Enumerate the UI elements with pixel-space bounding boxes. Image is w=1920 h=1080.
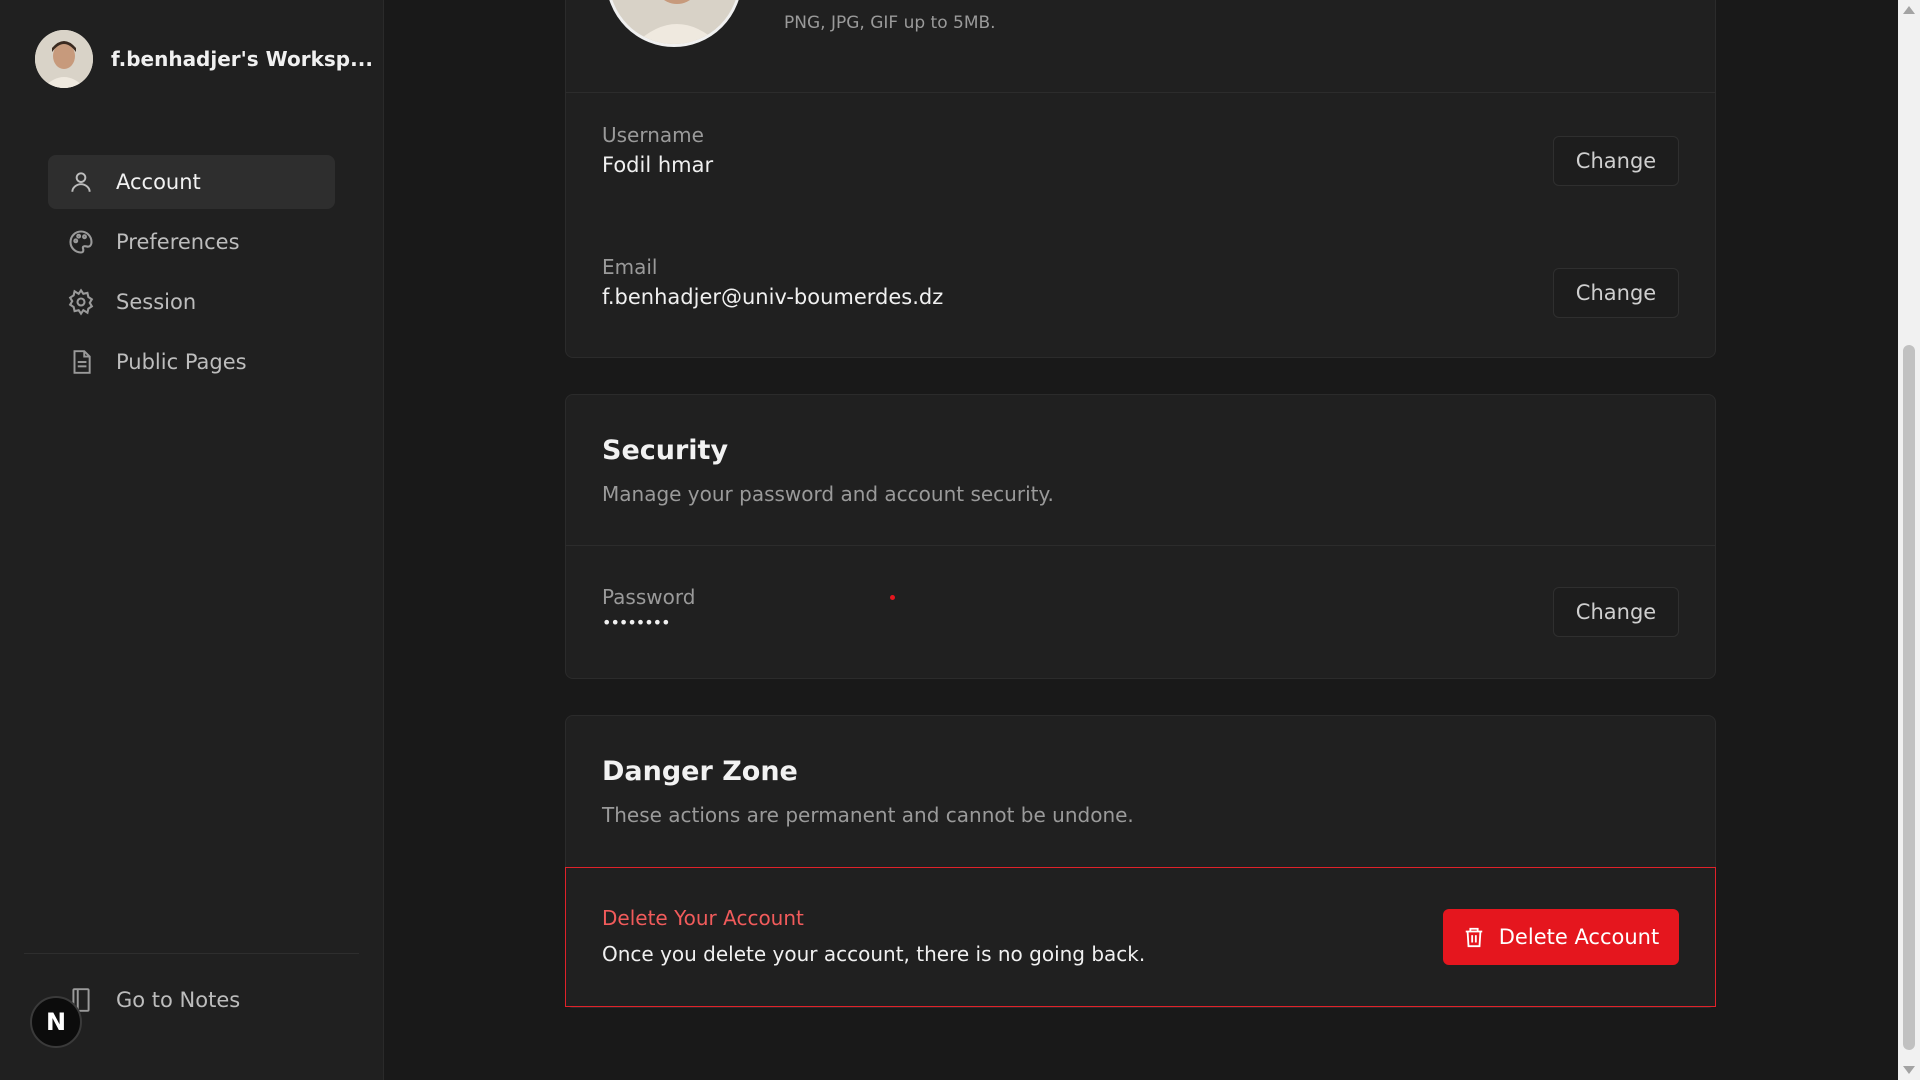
sidebar-divider bbox=[24, 953, 359, 954]
sidebar-item-public-pages[interactable]: Public Pages bbox=[48, 335, 335, 389]
delete-account-title: Delete Your Account bbox=[602, 906, 804, 930]
sidebar-item-preferences[interactable]: Preferences bbox=[48, 215, 335, 269]
change-password-button[interactable]: Change bbox=[1553, 587, 1679, 637]
sidebar-item-label: Public Pages bbox=[116, 350, 247, 374]
security-description: Manage your password and account securit… bbox=[602, 482, 1054, 506]
avatar bbox=[35, 30, 93, 88]
sidebar-item-account[interactable]: Account bbox=[48, 155, 335, 209]
scroll-down-arrow-icon[interactable] bbox=[1903, 1066, 1915, 1074]
go-to-notes-label: Go to Notes bbox=[116, 988, 241, 1012]
security-card: Security Manage your password and accoun… bbox=[565, 394, 1716, 679]
security-title: Security bbox=[602, 435, 729, 466]
page-scrollbar[interactable] bbox=[1898, 0, 1920, 1080]
email-label: Email bbox=[602, 255, 658, 279]
danger-zone-description: These actions are permanent and cannot b… bbox=[602, 803, 1134, 827]
sidebar-nav: Account Preferences Session Public Pages bbox=[48, 155, 335, 395]
divider bbox=[566, 545, 1715, 546]
photo-upload-hint: PNG, JPG, GIF up to 5MB. bbox=[784, 13, 996, 33]
email-row: Email f.benhadjer@univ-boumerdes.dz Chan… bbox=[566, 225, 1715, 357]
delete-account-label: Delete Account bbox=[1498, 925, 1660, 949]
document-icon bbox=[66, 347, 96, 377]
app-logo-badge[interactable]: N bbox=[30, 996, 82, 1048]
account-card: PNG, JPG, GIF up to 5MB. Username Fodil … bbox=[565, 0, 1716, 358]
scrollbar-thumb[interactable] bbox=[1903, 345, 1915, 1050]
workspace-switcher[interactable]: f.benhadjer's Worksp... bbox=[35, 30, 373, 88]
delete-account-section: Delete Your Account Once you delete your… bbox=[565, 867, 1716, 1007]
sidebar-item-label: Preferences bbox=[116, 230, 240, 254]
sidebar: f.benhadjer's Worksp... Account Preferen… bbox=[0, 0, 384, 1080]
profile-photo[interactable] bbox=[606, 0, 742, 47]
workspace-name: f.benhadjer's Worksp... bbox=[111, 47, 373, 71]
password-label: Password bbox=[602, 585, 696, 609]
username-value: Fodil hmar bbox=[602, 153, 714, 177]
scroll-up-arrow-icon[interactable] bbox=[1903, 6, 1915, 14]
trash-icon bbox=[1463, 925, 1485, 949]
user-icon bbox=[66, 167, 96, 197]
danger-zone-title: Danger Zone bbox=[602, 756, 798, 787]
sidebar-item-session[interactable]: Session bbox=[48, 275, 335, 329]
email-value: f.benhadjer@univ-boumerdes.dz bbox=[602, 285, 944, 309]
username-row: Username Fodil hmar Change bbox=[566, 93, 1715, 225]
delete-account-button[interactable]: Delete Account bbox=[1443, 909, 1679, 965]
username-label: Username bbox=[602, 123, 704, 147]
password-value: •••••••• bbox=[602, 613, 670, 632]
sidebar-item-label: Account bbox=[116, 170, 201, 194]
palette-icon bbox=[66, 227, 96, 257]
change-username-button[interactable]: Change bbox=[1553, 136, 1679, 186]
go-to-notes-link[interactable]: Go to Notes bbox=[66, 985, 240, 1015]
change-email-button[interactable]: Change bbox=[1553, 268, 1679, 318]
sidebar-item-label: Session bbox=[116, 290, 197, 314]
delete-account-description: Once you delete your account, there is n… bbox=[602, 942, 1146, 966]
cursor-dot bbox=[890, 595, 895, 600]
profile-photo-row: PNG, JPG, GIF up to 5MB. bbox=[566, 0, 1715, 93]
gear-icon bbox=[66, 287, 96, 317]
